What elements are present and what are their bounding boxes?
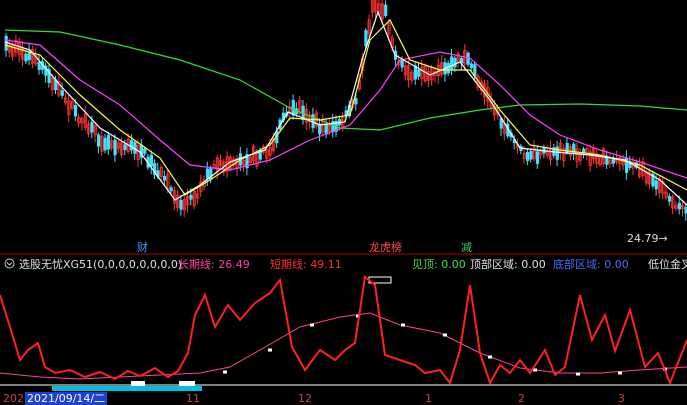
short-line-value: 短期线: 49.11 <box>270 258 342 271</box>
candle-body <box>103 137 107 151</box>
candle-body <box>291 99 295 116</box>
candle-body <box>473 64 477 76</box>
candlestick-chart[interactable] <box>0 0 687 255</box>
candle-body <box>529 151 533 160</box>
last-price-label: 24.79→ <box>627 232 668 245</box>
candle-body <box>469 63 474 68</box>
candle-body <box>129 140 134 151</box>
candle-body <box>205 168 210 180</box>
candle-body <box>169 187 173 192</box>
candle-body <box>446 62 451 74</box>
low-golden-cross-label: 低位金叉 <box>648 258 687 271</box>
candle-body <box>24 53 28 62</box>
candle-body <box>189 194 193 200</box>
top-area-value: 顶部区域: 0.00 <box>470 258 546 271</box>
arrow-right-icon: → <box>658 232 668 245</box>
candle-body <box>179 199 183 210</box>
signal-mark <box>131 381 145 386</box>
candle-body <box>417 69 421 77</box>
candle-body <box>106 135 111 150</box>
time-tick: 12 <box>298 392 312 405</box>
candle-body <box>149 154 153 167</box>
indicator-panel[interactable] <box>0 255 687 405</box>
candle-body <box>555 146 559 160</box>
indicator-settings-icon[interactable] <box>4 258 15 272</box>
signal-band-gap <box>0 386 52 391</box>
time-tick: 2 <box>518 392 525 405</box>
candle-body <box>162 175 167 181</box>
candle-body <box>113 139 117 156</box>
stock-chart-window: 24.79→ 财 龙虎榜 减 选股无忧XG51(0,0,0,0,0,0,0,0)… <box>0 0 687 405</box>
candle-body <box>90 121 94 133</box>
candle-body <box>27 51 31 61</box>
candle-body <box>654 180 658 190</box>
event-marker-reduce[interactable]: 减 <box>461 241 472 254</box>
signal-band-gap <box>202 386 687 391</box>
candle-body <box>677 202 682 210</box>
candle-body <box>413 65 418 80</box>
time-tick: 202 <box>3 392 24 405</box>
time-tick: 1 <box>425 392 432 405</box>
time-tick: 11 <box>186 392 200 405</box>
candle-body <box>453 57 457 68</box>
candle-body <box>324 124 328 135</box>
candle-body <box>143 148 147 154</box>
candle-body <box>354 98 358 105</box>
candle-body <box>667 196 672 202</box>
candle-body <box>384 4 388 17</box>
see-top-value: 见顶: 0.00 <box>412 258 466 271</box>
last-price-value: 24.79 <box>627 232 659 245</box>
indicator-header: 选股无忧XG51(0,0,0,0,0,0,0,0) 长期线: 26.49 短期线… <box>0 258 687 272</box>
long-line-dot <box>268 348 272 352</box>
candle-body <box>73 105 78 117</box>
event-marker-dragon-tiger[interactable]: 龙虎榜 <box>369 241 402 254</box>
long-line-dot <box>223 370 227 374</box>
signal-mark <box>179 381 195 386</box>
long-line-value: 长期线: 26.49 <box>178 258 250 271</box>
candle-body <box>526 152 530 161</box>
candle-body <box>123 144 127 151</box>
time-tick: 3 <box>618 392 625 405</box>
long-line-dot <box>310 323 314 327</box>
bottom-area-value: 底部区域: 0.00 <box>553 258 629 271</box>
long-line-dot <box>443 333 447 337</box>
indicator-name[interactable]: 选股无忧XG51(0,0,0,0,0,0,0,0) <box>19 258 182 272</box>
event-marker-finance[interactable]: 财 <box>137 241 148 254</box>
long-line-dot <box>576 372 580 376</box>
long-line-dot <box>618 371 622 375</box>
candle-body <box>4 35 8 51</box>
candle-body <box>364 30 368 46</box>
long-line-dot <box>401 323 405 327</box>
short-line <box>0 275 687 386</box>
long-line <box>0 312 687 380</box>
candle-body <box>37 62 41 71</box>
candle-body <box>97 134 101 147</box>
long-line-dot <box>488 355 492 359</box>
candle-body <box>466 52 470 65</box>
candle-body <box>60 90 64 96</box>
candle-body <box>400 60 404 68</box>
cursor-date-label: 2021/09/14/二 <box>25 392 108 405</box>
candle-body <box>450 56 454 71</box>
candle-body <box>535 151 540 164</box>
